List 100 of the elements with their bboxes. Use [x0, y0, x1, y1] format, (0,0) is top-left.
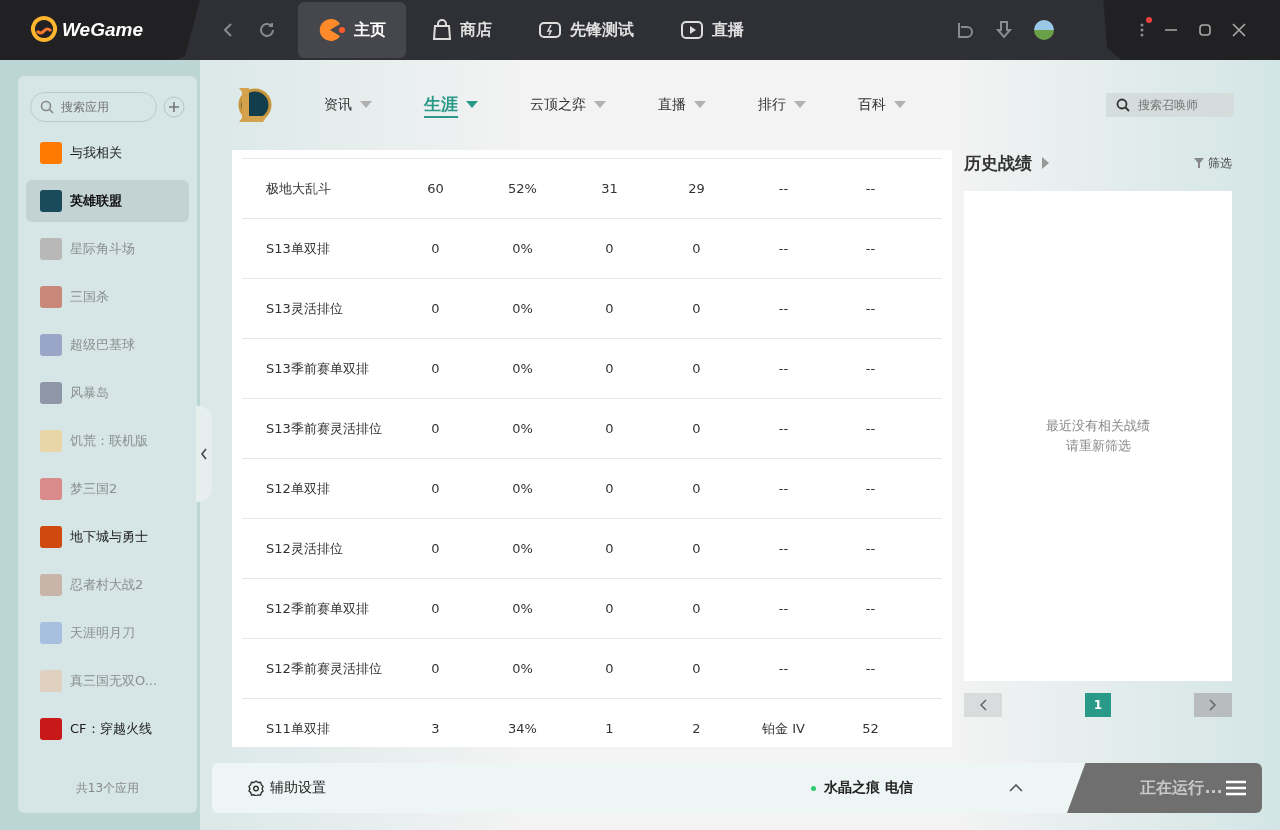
table-cell-text: S13灵活排位	[265, 299, 344, 318]
more-icon[interactable]	[1140, 23, 1144, 37]
app-logo: WeGame	[62, 19, 143, 41]
chevron-up-icon[interactable]	[1009, 784, 1023, 792]
table-cell-text: 0	[691, 421, 702, 436]
table-cell-text: --	[864, 421, 877, 436]
table-cell-text: --	[777, 301, 790, 316]
table-cell-text: 0	[691, 361, 702, 376]
table-cell-text: 0	[604, 421, 615, 436]
table-cell-text: 29	[687, 181, 706, 196]
sidebar-item[interactable]: CF：穿越火线	[26, 708, 189, 750]
caret-icon	[360, 101, 372, 109]
play-icon	[680, 20, 704, 40]
sidebar-item[interactable]: 地下城与勇士	[26, 516, 189, 558]
table-cell-text: --	[777, 181, 790, 196]
table-cell-text: 0%	[511, 361, 534, 376]
table-cell-text: S12单双排	[265, 479, 331, 498]
add-icon[interactable]	[163, 96, 185, 118]
avatar[interactable]	[1034, 20, 1054, 40]
summoner-search-field[interactable]: 搜索召唤师	[1106, 93, 1234, 117]
table-cell-text: S13单双排	[265, 239, 331, 258]
download-icon[interactable]	[996, 21, 1012, 39]
table-cell-text: S12灵活排位	[265, 539, 344, 558]
caret-icon	[466, 101, 478, 109]
table-cell-text: --	[864, 181, 877, 196]
table-cell-text: 极地大乱斗	[265, 179, 332, 198]
table-cell-text: 0	[430, 421, 441, 436]
table-cell-text: 52	[861, 721, 880, 736]
top-tab[interactable]: 直播	[660, 2, 764, 58]
close-icon[interactable]	[1232, 23, 1246, 37]
assist-settings-button[interactable]: 辅助设置	[242, 778, 332, 798]
game-tab[interactable]: 直播	[658, 88, 706, 122]
game-tab[interactable]: 排行	[758, 88, 806, 122]
table-cell-text: --	[777, 541, 790, 556]
table-cell-text: 0	[691, 661, 702, 676]
table-cell-text: --	[777, 241, 790, 256]
search-icon	[40, 100, 54, 114]
server-name[interactable]: 水晶之痕 电信	[824, 779, 913, 797]
history-title[interactable]: 历史战绩	[964, 151, 1032, 175]
sidebar-item[interactable]: 与我相关	[26, 132, 189, 174]
table-cell-text: 0	[604, 301, 615, 316]
table-cell-text: --	[864, 301, 877, 316]
caret-icon	[694, 101, 706, 109]
table-cell-text: S11单双排	[265, 719, 331, 738]
caret-icon	[894, 101, 906, 109]
table-cell-text: --	[864, 601, 877, 616]
table-cell-text: 0	[604, 361, 615, 376]
top-tab[interactable]: 商店	[412, 2, 512, 58]
table-cell-text: 铂金 IV	[761, 719, 806, 738]
table-cell-text: S12季前赛单双排	[265, 599, 370, 618]
table-cell-text: 0	[430, 661, 441, 676]
table-cell-text: 0	[604, 541, 615, 556]
collapse-handle[interactable]	[196, 406, 212, 502]
table-cell-text: --	[777, 661, 790, 676]
table-cell-text: S13季前赛单双排	[265, 359, 370, 378]
table-cell-text: 3	[430, 721, 441, 736]
table-cell-text: S13季前赛灵活排位	[265, 419, 383, 438]
table-cell-text: 0%	[511, 661, 534, 676]
back-icon[interactable]	[222, 22, 234, 38]
table-cell-text: 0%	[511, 481, 534, 496]
chevron-left-icon	[979, 699, 987, 711]
table-cell-text: --	[864, 361, 877, 376]
sidebar-item[interactable]: 英雄联盟	[26, 180, 189, 222]
table-cell-text: 0	[430, 241, 441, 256]
triangle-right-icon[interactable]	[1042, 157, 1049, 169]
search-icon	[1116, 98, 1130, 112]
table-cell-text: --	[864, 241, 877, 256]
table-cell-text: 31	[600, 181, 619, 196]
menu-icon[interactable]	[1226, 780, 1246, 796]
refresh-icon[interactable]	[258, 21, 276, 39]
caret-icon	[794, 101, 806, 109]
game-tab[interactable]: 资讯	[324, 88, 372, 122]
filter-button[interactable]: 筛选	[1194, 154, 1232, 172]
table-cell-text: 0	[430, 361, 441, 376]
maximize-icon[interactable]	[1198, 23, 1212, 37]
game-tab[interactable]: 百科	[858, 88, 906, 122]
table-cell-text: 0%	[511, 601, 534, 616]
table-cell-text: 0%	[511, 421, 534, 436]
gamepad-icon	[538, 20, 562, 40]
game-tab[interactable]: 云顶之弈	[530, 88, 606, 122]
table-cell-text: 0	[430, 481, 441, 496]
table-cell-text: 60	[426, 181, 445, 196]
search-field[interactable]: 搜索应用	[30, 92, 157, 122]
table-cell-text: 0%	[511, 541, 534, 556]
bag-icon	[432, 19, 452, 41]
chevron-right-icon	[1209, 699, 1217, 711]
table-cell-text: 0	[430, 541, 441, 556]
table-cell-text: 0	[691, 601, 702, 616]
top-tab[interactable]: 主页	[298, 2, 406, 58]
table-cell-text: --	[777, 421, 790, 436]
empty-message: 最近没有相关战绩	[1046, 417, 1150, 435]
filter-icon	[1194, 158, 1204, 168]
app-count: 共13个应用	[74, 780, 141, 797]
table-cell-text: 0	[691, 481, 702, 496]
table-cell-text: 0	[604, 481, 615, 496]
top-tab[interactable]: 先锋测试	[518, 2, 654, 58]
table-cell-text: 0	[691, 541, 702, 556]
empty-message: 请重新筛选	[1065, 437, 1131, 455]
table-cell-text: 0%	[511, 301, 534, 316]
pacman-icon	[318, 18, 346, 42]
